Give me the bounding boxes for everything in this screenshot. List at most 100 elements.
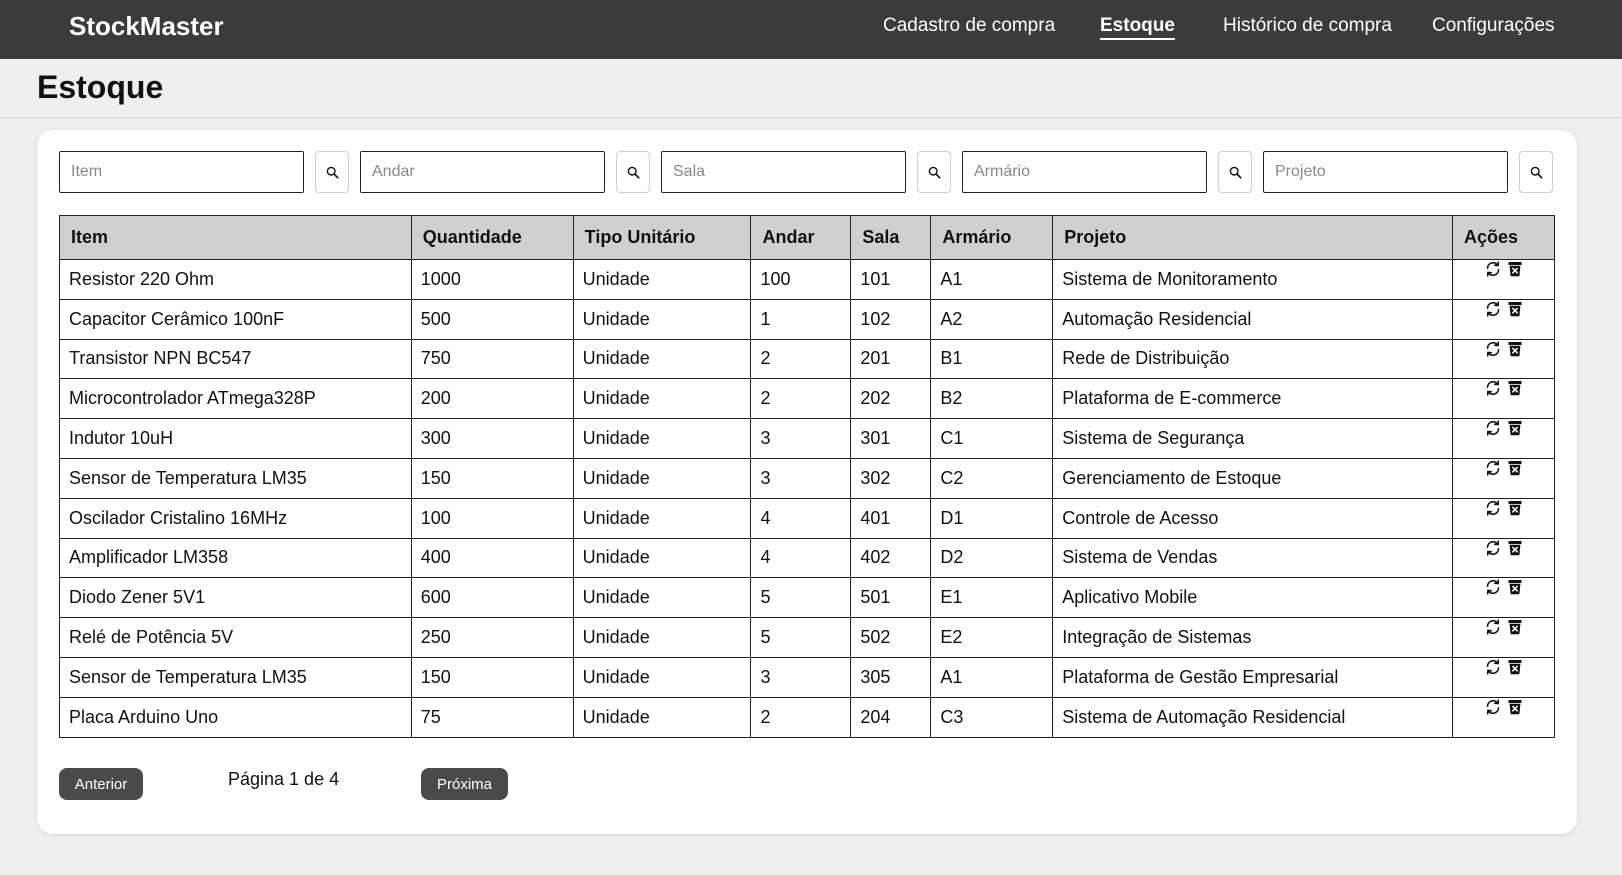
armario-search-button[interactable] (1218, 151, 1252, 193)
table-cell: Placa Arduino Uno (59, 696, 412, 738)
table-cell: Indutor 10uH (59, 418, 412, 459)
table-cell: 300 (410, 418, 574, 459)
table-row: Oscilador Cristalino 16MHz 100 Unidade 4 401… (59, 497, 1555, 539)
trash-icon[interactable] (1506, 459, 1524, 477)
row-actions (1452, 298, 1555, 340)
previous-page-button[interactable]: Anterior (59, 768, 143, 800)
brand-logo[interactable]: StockMaster (69, 11, 224, 41)
nav-estoque[interactable]: Estoque (1100, 15, 1175, 40)
table-cell: 202 (850, 378, 932, 420)
table-cell: Integração de Sistemas (1052, 617, 1453, 658)
table-cell: Sistema de Automação Residencial (1052, 696, 1453, 738)
table-row: Capacitor Cerâmico 100nF 500 Unidade 1 102 A2… (59, 298, 1555, 340)
table-cell: Unidade (572, 457, 752, 499)
refresh-icon[interactable] (1484, 698, 1502, 716)
stock-table: Item Quantidade Tipo Unitário Andar Sala Armá… (59, 215, 1555, 738)
projeto-search-input[interactable] (1263, 151, 1508, 193)
item-search-button[interactable] (315, 151, 349, 193)
armario-search-input[interactable] (962, 151, 1207, 193)
refresh-icon[interactable] (1484, 539, 1502, 557)
table-cell: Unidade (572, 696, 752, 738)
table-cell: 1 (750, 298, 852, 340)
refresh-icon[interactable] (1484, 459, 1502, 477)
table-cell: 302 (850, 457, 932, 499)
table-cell: Unidade (572, 617, 752, 658)
table-cell: Gerenciamento de Estoque (1052, 457, 1453, 499)
trash-icon[interactable] (1506, 698, 1524, 716)
table-cell: Unidade (572, 298, 752, 340)
table-cell: 102 (850, 298, 932, 340)
table-row: Diodo Zener 5V1 600 Unidade 5 501 E1 Aplicativ… (59, 577, 1555, 619)
column-header: Ações (1452, 215, 1555, 260)
column-header: Sala (850, 215, 932, 260)
table-cell: D1 (930, 497, 1054, 539)
refresh-icon[interactable] (1484, 658, 1502, 676)
next-page-button[interactable]: Próxima (421, 768, 508, 800)
table-cell: 200 (410, 378, 574, 420)
table-cell: E2 (930, 617, 1054, 658)
table-cell: 204 (850, 696, 932, 738)
projeto-search-button[interactable] (1519, 151, 1553, 193)
header-divider (0, 117, 1622, 118)
refresh-icon[interactable] (1484, 300, 1502, 318)
refresh-icon[interactable] (1484, 379, 1502, 397)
nav-historico-de-compra[interactable]: Histórico de compra (1223, 15, 1392, 37)
sala-search-button[interactable] (917, 151, 951, 193)
trash-icon[interactable] (1506, 340, 1524, 358)
trash-icon[interactable] (1506, 539, 1524, 557)
table-cell: B2 (930, 378, 1054, 420)
table-cell: Amplificador LM358 (59, 537, 412, 579)
row-actions (1452, 418, 1555, 459)
andar-search-button[interactable] (616, 151, 650, 193)
table-cell: 500 (410, 298, 574, 340)
table-cell: C3 (930, 696, 1054, 738)
trash-icon[interactable] (1506, 578, 1524, 596)
table-cell: 402 (850, 537, 932, 579)
nav-configuracoes[interactable]: Configurações (1432, 15, 1555, 37)
table-cell: 3 (750, 656, 852, 698)
search-icon (627, 166, 640, 179)
page-title: Estoque (37, 69, 164, 105)
item-search-input[interactable] (59, 151, 304, 193)
table-cell: Controle de Acesso (1052, 497, 1453, 539)
row-actions (1452, 617, 1555, 658)
search-icon (1530, 166, 1543, 179)
refresh-icon[interactable] (1484, 260, 1502, 278)
table-cell: 1000 (410, 259, 574, 300)
trash-icon[interactable] (1506, 300, 1524, 318)
trash-icon[interactable] (1506, 260, 1524, 278)
table-cell: 401 (850, 497, 932, 539)
table-cell: 4 (750, 497, 852, 539)
table-row: Indutor 10uH 300 Unidade 3 301 C1 Sistema de S… (59, 418, 1555, 459)
trash-icon[interactable] (1506, 499, 1524, 517)
table-cell: 3 (750, 457, 852, 499)
nav-cadastro-de-compra[interactable]: Cadastro de compra (883, 15, 1055, 37)
refresh-icon[interactable] (1484, 499, 1502, 517)
table-cell: 5 (750, 577, 852, 619)
table-cell: 3 (750, 418, 852, 459)
trash-icon[interactable] (1506, 658, 1524, 676)
refresh-icon[interactable] (1484, 340, 1502, 358)
table-cell: 4 (750, 537, 852, 579)
table-cell: 501 (850, 577, 932, 619)
column-header: Andar (750, 215, 852, 260)
table-cell: 150 (410, 656, 574, 698)
stock-card: ItemQuantidadeTipo UnitárioAndarSalaArmá… (37, 130, 1577, 834)
search-icon (928, 166, 941, 179)
table-cell: Unidade (572, 338, 752, 380)
trash-icon[interactable] (1506, 618, 1524, 636)
table-cell: Resistor 220 Ohm (59, 259, 412, 300)
trash-icon[interactable] (1506, 419, 1524, 437)
table-cell: Sistema de Segurança (1052, 418, 1453, 459)
refresh-icon[interactable] (1484, 618, 1502, 636)
trash-icon[interactable] (1506, 379, 1524, 397)
sala-search-input[interactable] (661, 151, 906, 193)
table-cell: A1 (930, 259, 1054, 300)
column-header: Projeto (1052, 215, 1453, 260)
refresh-icon[interactable] (1484, 419, 1502, 437)
andar-search-input[interactable] (360, 151, 605, 193)
row-actions (1452, 696, 1555, 738)
table-cell: 5 (750, 617, 852, 658)
table-cell: Unidade (572, 259, 752, 300)
refresh-icon[interactable] (1484, 578, 1502, 596)
